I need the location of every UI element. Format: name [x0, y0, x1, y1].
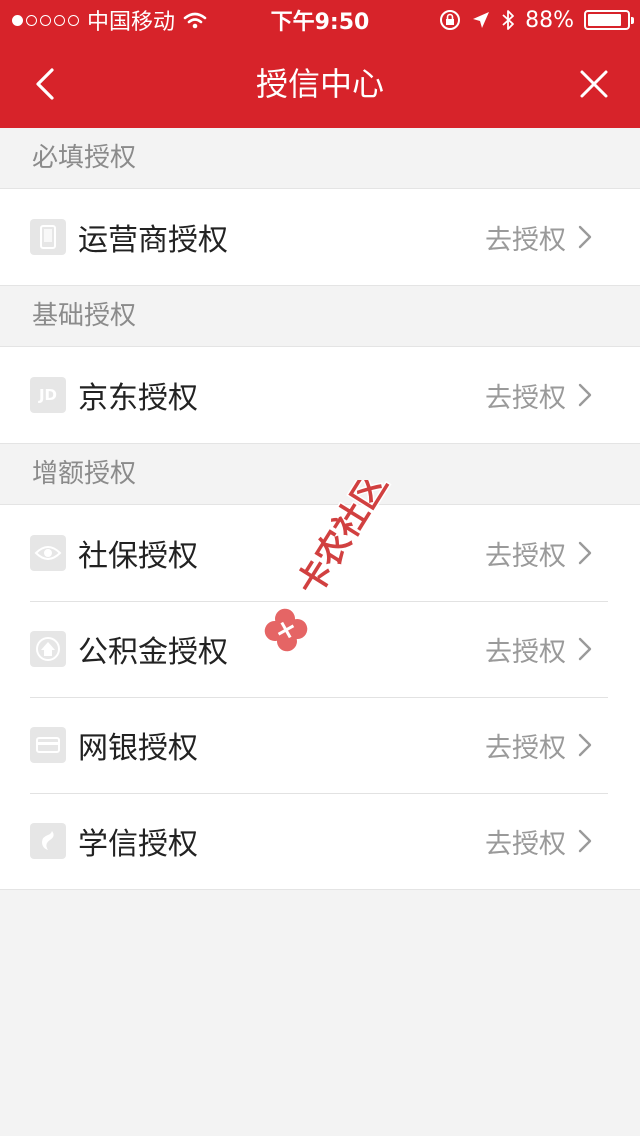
nav-bar: 授信中心: [0, 40, 640, 128]
chevron-right-icon: [578, 733, 592, 757]
auth-row-social-security[interactable]: 社保授权 去授权: [0, 505, 640, 601]
row-label: 网银授权: [78, 731, 198, 766]
authorize-label: 去授权: [485, 224, 566, 256]
education-icon: [30, 823, 66, 859]
phone-icon: [30, 219, 66, 255]
chevron-right-icon: [578, 225, 592, 249]
row-label: 社保授权: [78, 539, 198, 574]
authorize-label: 去授权: [485, 382, 566, 414]
authorize-link[interactable]: 去授权: [485, 822, 592, 861]
bank-card-icon: [30, 727, 66, 763]
section-header: 必填授权: [0, 128, 640, 188]
section-header: 基础授权: [0, 286, 640, 346]
auth-row-jd[interactable]: JD 京东授权 去授权: [0, 347, 640, 443]
status-left: 中国移动: [12, 4, 207, 36]
status-bar: 中国移动 下午9:50 88%: [0, 0, 640, 40]
chevron-right-icon: [578, 829, 592, 853]
authorize-link[interactable]: 去授权: [485, 726, 592, 765]
auth-row-housing-fund[interactable]: 公积金授权 去授权: [0, 601, 640, 697]
section-required: 必填授权 运营商授权 去授权: [0, 128, 640, 286]
wifi-icon: [183, 12, 207, 29]
battery-icon: [584, 10, 634, 30]
row-label: 学信授权: [78, 827, 198, 862]
row-label: 公积金授权: [78, 635, 228, 670]
authorize-link[interactable]: 去授权: [485, 376, 592, 415]
section-group: 运营商授权 去授权: [0, 188, 640, 286]
auth-row-online-bank[interactable]: 网银授权 去授权: [0, 697, 640, 793]
section-group: JD 京东授权 去授权: [0, 346, 640, 444]
section-group: 社保授权 去授权 公积金授权 去授权 网银授权 去授权 学信授权 去授权: [0, 504, 640, 890]
chevron-right-icon: [578, 383, 592, 407]
bluetooth-icon: [502, 10, 514, 30]
close-button[interactable]: [572, 62, 616, 106]
auth-row-education[interactable]: 学信授权 去授权: [0, 793, 640, 889]
carrier-name: 中国移动: [87, 10, 176, 35]
section-header: 增额授权: [0, 444, 640, 504]
authorize-link[interactable]: 去授权: [485, 218, 592, 257]
signal-strength-icon: [12, 14, 79, 26]
page-title: 授信中心: [255, 65, 384, 103]
row-label: 运营商授权: [78, 223, 228, 258]
authorize-label: 去授权: [485, 828, 566, 860]
auth-list: 必填授权 运营商授权 去授权 基础授权 JD 京东授权 去授权 增额授权 社保授…: [0, 128, 640, 890]
row-label: 京东授权: [78, 381, 198, 416]
jd-logo-icon: JD: [30, 377, 66, 413]
eye-icon: [30, 535, 66, 571]
authorize-label: 去授权: [485, 540, 566, 572]
authorize-link[interactable]: 去授权: [485, 630, 592, 669]
section-basic: 基础授权 JD 京东授权 去授权: [0, 286, 640, 444]
section-increase: 增额授权 社保授权 去授权 公积金授权 去授权 网银授权 去授权 学信授权 去授…: [0, 444, 640, 890]
battery-percent: 88%: [525, 7, 574, 33]
chevron-right-icon: [578, 541, 592, 565]
authorize-label: 去授权: [485, 636, 566, 668]
location-arrow-icon: [473, 12, 490, 28]
authorize-label: 去授权: [485, 732, 566, 764]
house-fund-icon: [30, 631, 66, 667]
rotation-lock-icon: [440, 10, 461, 30]
jd-logo-text: JD: [38, 386, 58, 404]
auth-row-carrier[interactable]: 运营商授权 去授权: [0, 189, 640, 285]
status-right: 88%: [439, 7, 634, 33]
chevron-right-icon: [578, 637, 592, 661]
authorize-link[interactable]: 去授权: [485, 534, 592, 573]
